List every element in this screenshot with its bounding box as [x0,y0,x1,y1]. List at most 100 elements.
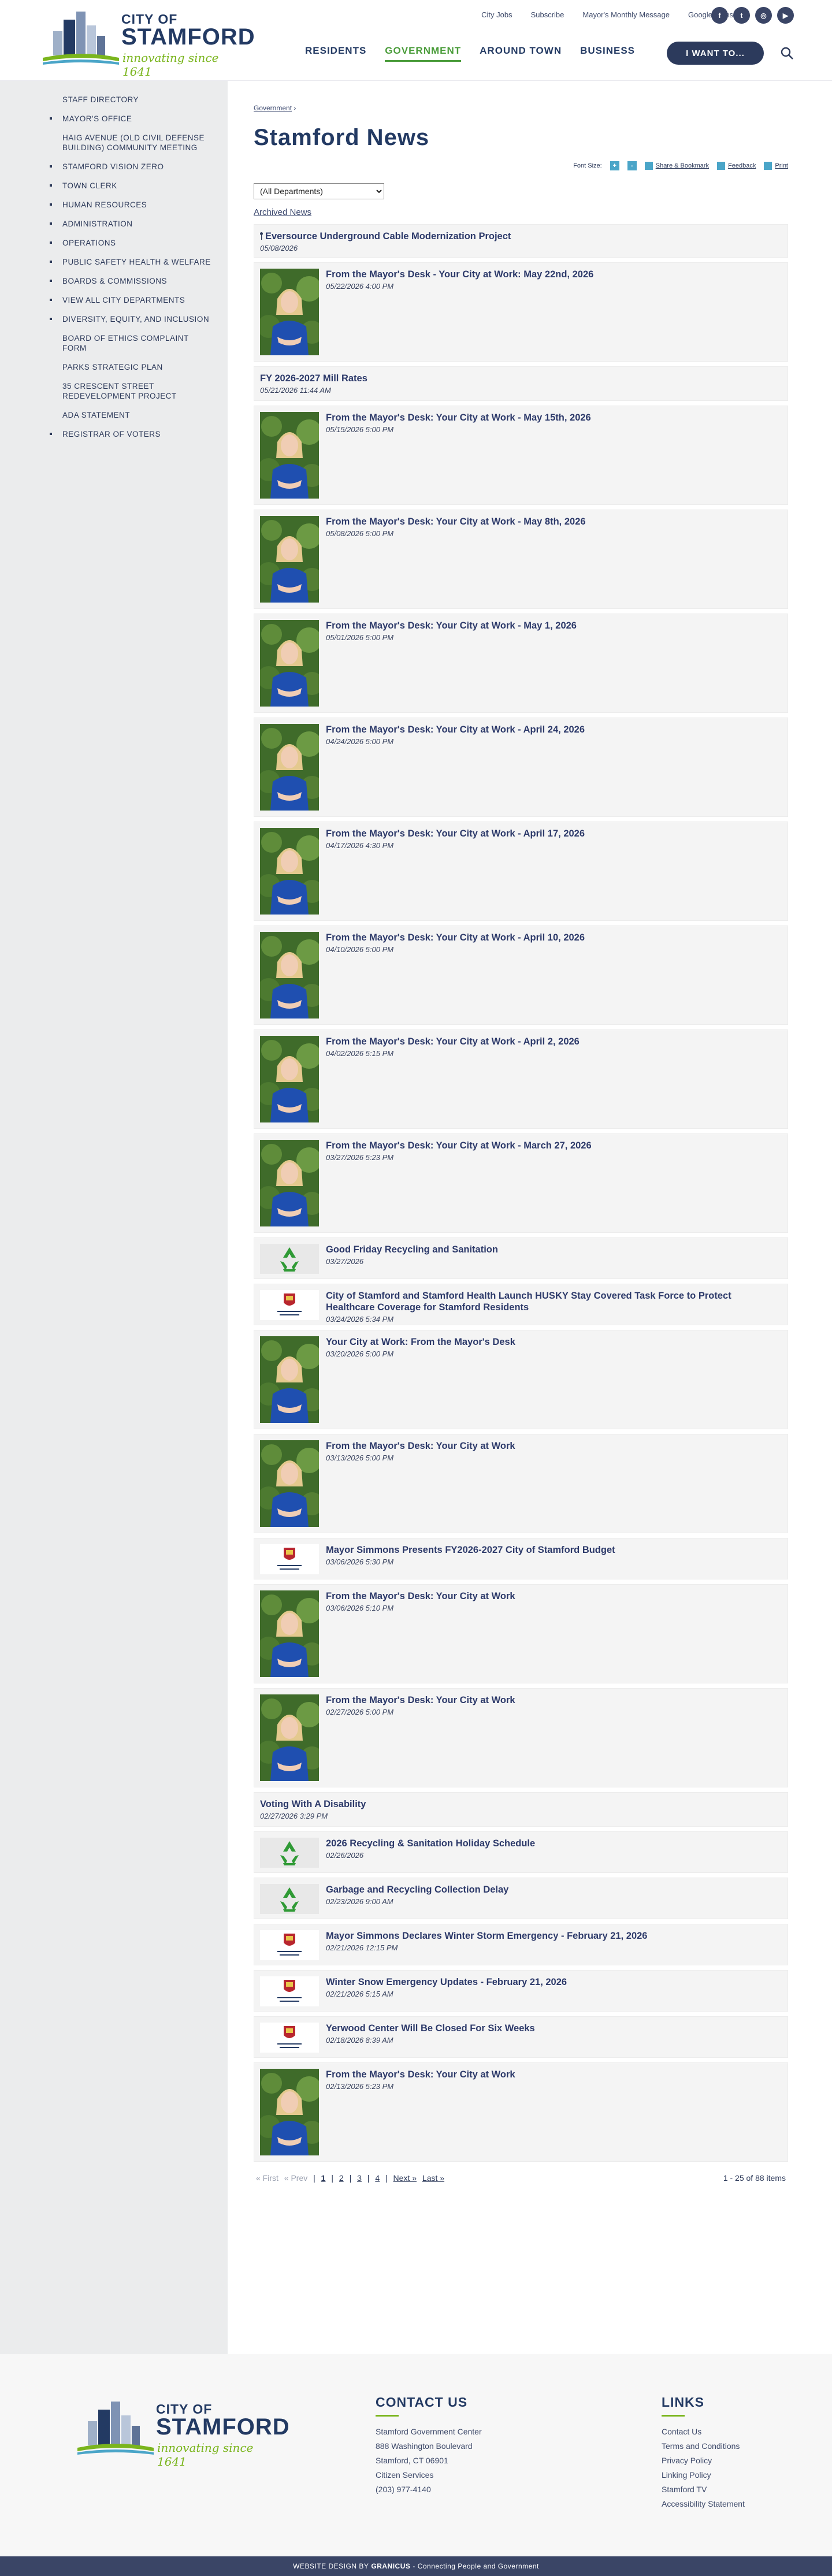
sidebar-item[interactable]: HAIG AVENUE (OLD CIVIL DEFENSE BUILDING)… [0,129,228,156]
news-title-link[interactable]: From the Mayor's Desk: Your City at Work [326,1441,515,1451]
page-2-link[interactable]: 2 [339,2173,344,2183]
news-title-link[interactable]: From the Mayor's Desk - Your City at Wor… [326,269,593,280]
news-thumbnail[interactable] [260,2023,319,2053]
font-increase-icon[interactable]: + [610,161,619,170]
last-page-link[interactable]: Last » [422,2173,444,2183]
news-thumbnail[interactable] [257,620,324,707]
news-thumbnail[interactable] [260,1244,319,1274]
sidebar-item[interactable]: ADA STATEMENT [0,407,228,423]
nav-around-town[interactable]: AROUND TOWN [480,45,562,62]
sidebar-item[interactable]: TOWN CLERK [0,177,228,194]
instagram-icon[interactable]: ◎ [755,7,772,24]
news-thumbnail[interactable] [260,1976,319,2006]
footer-link-contact[interactable]: Contact Us [662,2425,745,2439]
news-title-link[interactable]: From the Mayor's Desk: Your City at Work [326,1695,515,1705]
news-title-link[interactable]: City of Stamford and Stamford Health Lau… [326,1291,731,1313]
news-thumbnail[interactable] [260,1838,319,1868]
sidebar-item[interactable]: STAMFORD VISION ZERO [0,158,228,175]
feedback-link[interactable]: Feedback [717,162,756,170]
news-title-link[interactable]: Good Friday Recycling and Sanitation [326,1244,498,1255]
facebook-icon[interactable]: f [711,7,728,24]
breadcrumb-government[interactable]: Government [254,104,292,112]
news-thumbnail[interactable] [257,1590,324,1677]
page-4-link[interactable]: 4 [375,2173,380,2183]
sidebar-item[interactable]: REGISTRAR OF VOTERS [0,426,228,443]
subscribe-link[interactable]: Subscribe [531,10,564,19]
news-thumbnail[interactable] [257,2069,324,2155]
news-thumbnail[interactable] [260,1290,319,1320]
sidebar-item[interactable]: OPERATIONS [0,235,228,251]
news-thumbnail[interactable] [257,1036,324,1122]
department-select[interactable]: (All Departments) [254,183,384,199]
footer-link-tv[interactable]: Stamford TV [662,2482,745,2497]
news-title-link[interactable]: Eversource Underground Cable Modernizati… [260,231,511,241]
news-thumbnail[interactable] [257,1440,324,1527]
sidebar-item[interactable]: ADMINISTRATION [0,215,228,232]
news-thumbnail[interactable] [257,932,324,1018]
sidebar-item[interactable]: DIVERSITY, EQUITY, AND INCLUSION [0,311,228,328]
nav-residents[interactable]: RESIDENTS [305,45,366,62]
news-title-link[interactable]: Garbage and Recycling Collection Delay [326,1884,508,1895]
page-1-link[interactable]: 1 [321,2173,326,2183]
granicus-link[interactable]: GRANICUS [371,2562,410,2570]
sidebar-item[interactable]: 35 CRESCENT STREET REDEVELOPMENT PROJECT [0,378,228,404]
news-title-link[interactable]: From the Mayor's Desk: Your City at Work [326,2069,515,2080]
news-title-link[interactable]: Winter Snow Emergency Updates - February… [326,1977,567,1987]
news-title-link[interactable]: From the Mayor's Desk: Your City at Work [326,1591,515,1601]
news-thumbnail[interactable] [257,269,324,355]
footer-logo[interactable]: CITY OF STAMFORD innovating since 1641 [75,2395,289,2469]
news-thumbnail[interactable] [257,516,324,603]
share-bookmark-link[interactable]: Share & Bookmark [644,162,709,170]
news-thumbnail[interactable] [260,1884,319,1914]
news-thumbnail[interactable] [260,1930,319,1960]
nav-government[interactable]: GOVERNMENT [385,45,462,62]
print-link[interactable]: Print [764,162,788,170]
news-title-link[interactable]: From the Mayor's Desk: Your City at Work… [326,1140,592,1151]
news-title-link[interactable]: Your City at Work: From the Mayor's Desk [326,1337,515,1347]
city-logo[interactable]: CITY OF STAMFORD innovating since 1641 [40,5,255,79]
footer-link-terms[interactable]: Terms and Conditions [662,2439,745,2454]
sidebar-item[interactable]: VIEW ALL CITY DEPARTMENTS [0,292,228,308]
news-thumbnail[interactable] [257,1694,324,1781]
contact-phone[interactable]: (203) 977-4140 [376,2482,482,2497]
page-3-link[interactable]: 3 [357,2173,362,2183]
news-thumbnail[interactable] [257,1140,324,1226]
mayors-message-link[interactable]: Mayor's Monthly Message [582,10,670,19]
search-icon[interactable] [780,46,794,60]
news-thumbnail[interactable] [257,1336,324,1423]
news-thumbnail[interactable] [257,828,324,915]
youtube-icon[interactable]: ▶ [777,7,794,24]
news-title-link[interactable]: From the Mayor's Desk: Your City at Work… [326,412,591,423]
sidebar-item[interactable]: STAFF DIRECTORY [0,91,228,108]
footer-link-privacy[interactable]: Privacy Policy [662,2454,745,2468]
news-title-link[interactable]: From the Mayor's Desk: Your City at Work… [326,828,585,839]
news-title-link[interactable]: Voting With A Disability [260,1799,366,1809]
news-title-link[interactable]: Mayor Simmons Declares Winter Storm Emer… [326,1931,648,1941]
news-title-link[interactable]: From the Mayor's Desk: Your City at Work… [326,620,577,631]
sidebar-item[interactable]: PARKS STRATEGIC PLAN [0,359,228,376]
sidebar-item[interactable]: PUBLIC SAFETY HEALTH & WELFARE [0,254,228,270]
next-page-link[interactable]: Next » [393,2173,417,2183]
news-title-link[interactable]: From the Mayor's Desk: Your City at Work… [326,932,585,943]
news-thumbnail[interactable] [260,1544,319,1574]
news-title-link[interactable]: From the Mayor's Desk: Your City at Work… [326,724,585,735]
sidebar-item[interactable]: HUMAN RESOURCES [0,196,228,213]
news-title-link[interactable]: From the Mayor's Desk: Your City at Work… [326,1036,580,1047]
i-want-to-button[interactable]: I WANT TO... [667,42,764,65]
sidebar-item[interactable]: MAYOR'S OFFICE [0,110,228,127]
news-thumbnail[interactable] [257,412,324,499]
news-title-link[interactable]: 2026 Recycling & Sanitation Holiday Sche… [326,1838,535,1849]
news-thumbnail[interactable] [257,724,324,811]
news-title-link[interactable]: Yerwood Center Will Be Closed For Six We… [326,2023,535,2034]
twitter-icon[interactable]: t [733,7,750,24]
city-jobs-link[interactable]: City Jobs [481,10,512,19]
sidebar-item[interactable]: BOARDS & COMMISSIONS [0,273,228,289]
nav-business[interactable]: BUSINESS [580,45,635,62]
footer-link-linking[interactable]: Linking Policy [662,2468,745,2482]
archived-news-link[interactable]: Archived News [254,207,788,217]
footer-link-accessibility[interactable]: Accessibility Statement [662,2497,745,2511]
news-title-link[interactable]: FY 2026-2027 Mill Rates [260,373,367,384]
sidebar-item[interactable]: BOARD OF ETHICS COMPLAINT FORM [0,330,228,356]
news-title-link[interactable]: From the Mayor's Desk: Your City at Work… [326,516,586,527]
news-title-link[interactable]: Mayor Simmons Presents FY2026-2027 City … [326,1545,615,1555]
